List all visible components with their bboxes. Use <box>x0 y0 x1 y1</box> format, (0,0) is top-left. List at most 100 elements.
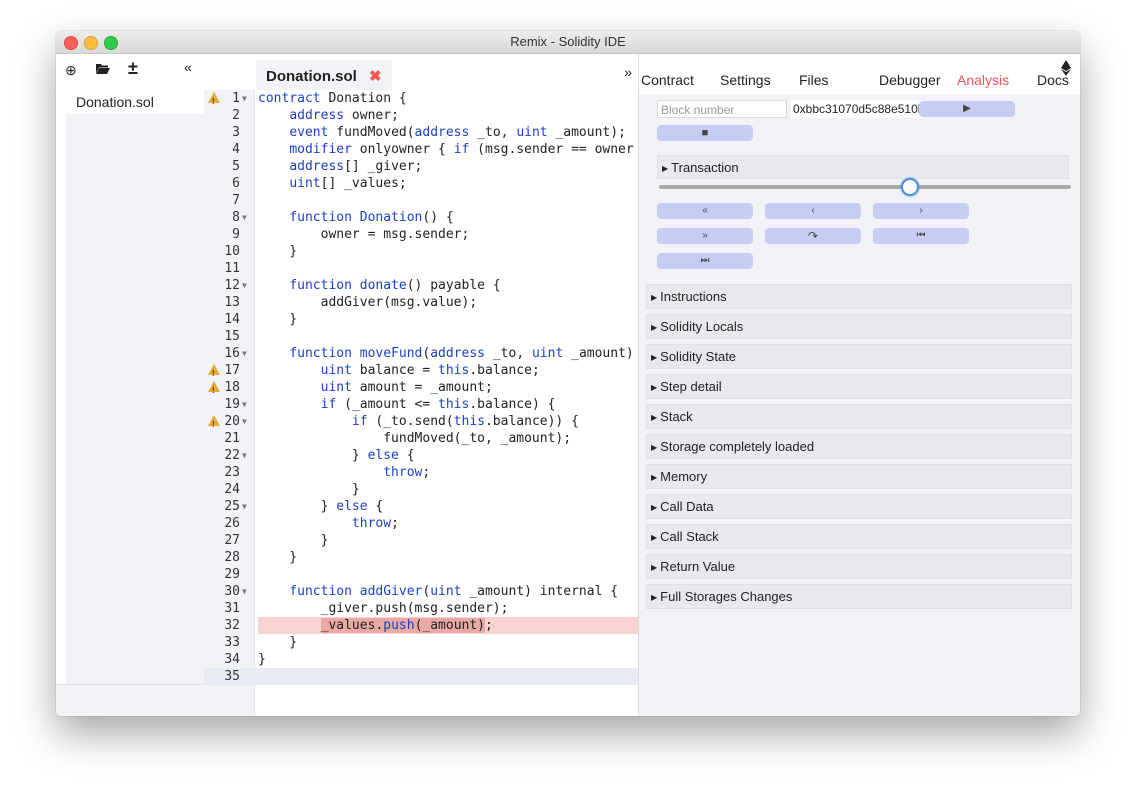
editor-area: Donation.sol ✖ » 1▼contract Donation {2 … <box>204 54 638 716</box>
debug-section-call-data[interactable]: ▶ Call Data <box>646 494 1072 519</box>
code-line[interactable]: 24 } <box>204 481 638 498</box>
code-line[interactable]: 1▼ contract Donation { <box>204 90 638 110</box>
caret-right-icon: ▶ <box>662 164 669 173</box>
step-slider-handle[interactable] <box>901 178 920 196</box>
fold-caret-icon[interactable]: ▼ <box>242 583 247 600</box>
tab-analysis[interactable]: Analysis <box>957 72 1009 88</box>
line-number: 4 <box>232 142 240 157</box>
code-line[interactable]: 7 <box>204 192 638 209</box>
step-slider-track[interactable] <box>659 185 1071 189</box>
editor-tab[interactable]: Donation.sol ✖ <box>256 60 392 90</box>
tab-contract[interactable]: Contract <box>641 72 694 88</box>
fold-caret-icon[interactable]: ▼ <box>242 209 247 226</box>
code-line[interactable]: 20▼ if (_to.send(this.balance)) { <box>204 413 638 433</box>
jump-previous-breakpoint-button[interactable]: ⏮ <box>873 228 969 244</box>
code-line[interactable]: 22 ▼ } else { <box>204 447 638 464</box>
code-line[interactable]: 35 <box>204 668 638 685</box>
fold-caret-icon[interactable]: ▼ <box>242 345 247 362</box>
stop-button[interactable]: ■ <box>657 125 753 141</box>
expand-right-icon[interactable]: » <box>624 64 632 80</box>
code-editor[interactable]: 1▼contract Donation {2 address owner;3 e… <box>204 90 638 716</box>
jump-back-button[interactable]: « <box>657 203 753 219</box>
code-line[interactable]: 2 address owner; <box>204 107 638 124</box>
caret-right-icon: ▶ <box>651 473 658 482</box>
code-line[interactable]: 9 owner = msg.sender; <box>204 226 638 243</box>
code-line[interactable]: 3 event fundMoved(address _to, uint _amo… <box>204 124 638 141</box>
code-line[interactable]: 14 } <box>204 311 638 328</box>
code-line[interactable]: 12 ▼ function donate() payable { <box>204 277 638 294</box>
code-line[interactable]: 31 _giver.push(msg.sender); <box>204 600 638 617</box>
debug-section-instructions[interactable]: ▶ Instructions <box>646 284 1072 309</box>
code-line[interactable]: 17 uint balance = this.balance; <box>204 362 638 382</box>
file-item[interactable]: Donation.sol <box>66 90 204 114</box>
transaction-hash-input[interactable]: 0xbbc31070d5c88e510b <box>791 100 921 118</box>
code-line[interactable]: 21 fundMoved(_to, _amount); <box>204 430 638 447</box>
jump-out-button[interactable]: ↷ <box>765 228 861 244</box>
code-line[interactable]: 8 ▼ function Donation() { <box>204 209 638 226</box>
debug-section-memory[interactable]: ▶ Memory <box>646 464 1072 489</box>
debug-section-return-value[interactable]: ▶ Return Value <box>646 554 1072 579</box>
code-line[interactable]: 34} <box>204 651 638 668</box>
debug-section-full-storages-changes[interactable]: ▶ Full Storages Changes <box>646 584 1072 609</box>
fold-caret-icon[interactable]: ▼ <box>242 447 247 464</box>
code-line[interactable]: 6 uint[] _values; <box>204 175 638 192</box>
line-number: 12 <box>224 278 240 293</box>
tab-settings[interactable]: Settings <box>720 72 771 88</box>
transaction-section[interactable]: ▶ Transaction <box>657 155 1069 179</box>
code-line[interactable]: 16 ▼ function moveFund(address _to, uint … <box>204 345 638 362</box>
line-number: 13 <box>224 295 240 310</box>
debug-section-storage-completely-loaded[interactable]: ▶ Storage completely loaded <box>646 434 1072 459</box>
open-folder-icon[interactable] <box>96 63 110 77</box>
code-text: owner = msg.sender; <box>258 227 470 242</box>
jump-next-breakpoint-button[interactable]: ⏭ <box>657 253 753 269</box>
code-text: function moveFund(address _to, uint _amo… <box>289 346 634 361</box>
new-file-icon[interactable]: ⊕ <box>65 62 77 79</box>
code-line[interactable]: 30 ▼ function addGiver(uint _amount) inte… <box>204 583 638 600</box>
code-text: uint amount = _amount; <box>320 380 493 395</box>
fold-caret-icon[interactable]: ▼ <box>242 413 247 430</box>
close-tab-icon[interactable]: ✖ <box>369 68 382 85</box>
tab-files[interactable]: Files <box>799 72 829 88</box>
code-line[interactable]: 28 } <box>204 549 638 566</box>
code-line[interactable]: 10 } <box>204 243 638 260</box>
play-button[interactable]: ▶ <box>919 101 1015 117</box>
debug-section-step-detail[interactable]: ▶ Step detail <box>646 374 1072 399</box>
code-line[interactable]: 32 _values.push(_amount); <box>204 617 638 634</box>
code-line[interactable]: 26 throw; <box>204 515 638 532</box>
line-number: 17 <box>224 363 240 378</box>
fold-caret-icon[interactable]: ▼ <box>242 498 247 515</box>
debug-section-call-stack[interactable]: ▶ Call Stack <box>646 524 1072 549</box>
fold-caret-icon[interactable]: ▼ <box>242 396 247 413</box>
code-line[interactable]: 23 throw; <box>204 464 638 481</box>
code-line[interactable]: 15 <box>204 328 638 345</box>
code-line[interactable]: 33 } <box>204 634 638 651</box>
code-line[interactable]: 25 ▼ } else { <box>204 498 638 515</box>
add-remove-icon[interactable]: ± <box>128 58 138 79</box>
code-line[interactable]: 19 ▼ if (_amount <= this.balance) { <box>204 396 638 413</box>
maximize-window-button[interactable] <box>104 36 118 50</box>
fold-caret-icon[interactable]: ▼ <box>242 90 247 107</box>
debug-section-stack[interactable]: ▶ Stack <box>646 404 1072 429</box>
code-line[interactable]: 18 uint amount = _amount; <box>204 379 638 399</box>
line-number: 3 <box>232 125 240 140</box>
step-over-forward-button[interactable]: » <box>657 228 753 244</box>
debug-section-solidity-locals[interactable]: ▶ Solidity Locals <box>646 314 1072 339</box>
code-text: event fundMoved(address _to, uint _amoun… <box>289 125 626 140</box>
code-line[interactable]: 11 <box>204 260 638 277</box>
code-line[interactable]: 27 } <box>204 532 638 549</box>
caret-right-icon: ▶ <box>651 413 658 422</box>
close-window-button[interactable] <box>64 36 78 50</box>
block-number-input[interactable]: Block number <box>657 100 787 118</box>
code-line[interactable]: 13 addGiver(msg.value); <box>204 294 638 311</box>
collapse-panel-icon[interactable]: « <box>184 59 192 75</box>
code-line[interactable]: 29 <box>204 566 638 583</box>
step-back-button[interactable]: ‹ <box>765 203 861 219</box>
fold-caret-icon[interactable]: ▼ <box>242 277 247 294</box>
title-bar: Remix - Solidity IDE <box>56 31 1080 54</box>
minimize-window-button[interactable] <box>84 36 98 50</box>
debug-section-solidity-state[interactable]: ▶ Solidity State <box>646 344 1072 369</box>
code-line[interactable]: 4 modifier onlyowner { if (msg.sender ==… <box>204 141 638 158</box>
code-line[interactable]: 5 address[] _giver; <box>204 158 638 175</box>
tab-debugger[interactable]: Debugger <box>879 72 941 88</box>
step-into-button[interactable]: › <box>873 203 969 219</box>
